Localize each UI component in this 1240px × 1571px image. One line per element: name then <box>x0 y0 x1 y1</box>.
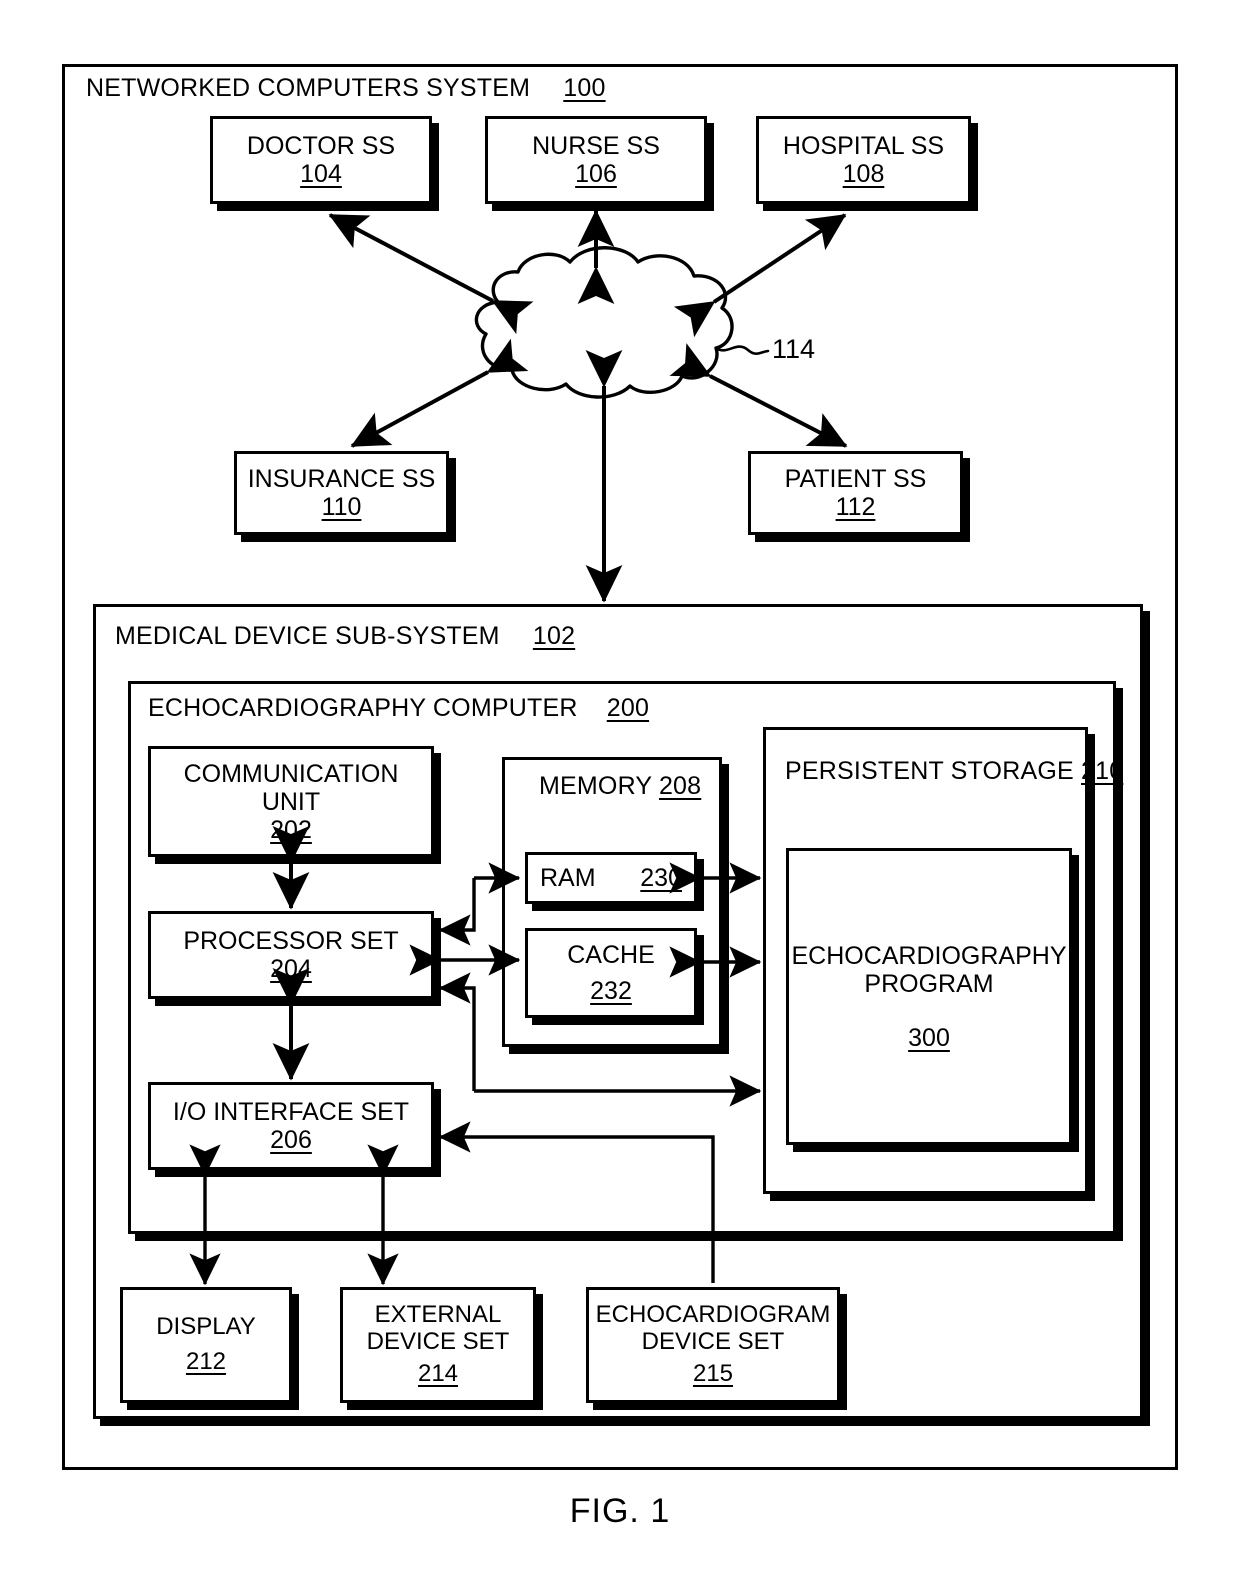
doctor-ss-ref: 104 <box>300 160 342 188</box>
nurse-ss-ref: 106 <box>575 160 617 188</box>
echocardiography-program-label-line2: PROGRAM <box>864 969 994 998</box>
networked-system-title-label: NETWORKED COMPUTERS SYSTEM <box>86 74 531 102</box>
network-cloud-label: NETWORK <box>525 323 653 351</box>
insurance-ss-ref: 110 <box>321 493 362 521</box>
insurance-ss-label: INSURANCE SS <box>247 465 436 493</box>
echocardiography-computer-title-label: ECHOCARDIOGRAPHY COMPUTER <box>148 694 578 722</box>
patient-ss-ref: 112 <box>835 493 876 521</box>
patent-figure-page: NETWORKED COMPUTERS SYSTEM 100 DOCTOR SS… <box>0 0 1240 1571</box>
echocardiogram-device-set-label-line2: DEVICE SET <box>641 1327 785 1355</box>
subsystem-box-doctor-ss[interactable]: DOCTOR SS 104 <box>210 116 432 204</box>
io-interface-set-box[interactable]: I/O INTERFACE SET 206 <box>148 1082 434 1170</box>
cache-ref: 232 <box>590 977 632 1005</box>
display-label: DISPLAY <box>156 1313 256 1341</box>
medical-device-subsystem-ref: 102 <box>532 622 576 650</box>
io-interface-set-ref: 206 <box>270 1126 312 1154</box>
external-device-set-box[interactable]: EXTERNAL DEVICE SET 214 <box>340 1287 536 1403</box>
medical-device-subsystem-title-label: MEDICAL DEVICE SUB-SYSTEM <box>115 622 500 650</box>
figure-caption: FIG. 1 <box>569 1492 671 1530</box>
echocardiography-computer-title: ECHOCARDIOGRAPHY COMPUTER 200 <box>148 694 649 723</box>
communication-unit-label-line1: COMMUNICATION <box>183 759 399 788</box>
io-interface-set-label: I/O INTERFACE SET <box>172 1098 410 1126</box>
persistent-storage-label: PERSISTENT STORAGE <box>785 757 1074 785</box>
echocardiography-computer-ref: 200 <box>606 694 650 722</box>
echocardiogram-device-set-ref: 215 <box>692 1360 734 1388</box>
patient-ss-label: PATIENT SS <box>784 465 927 493</box>
ram-label: RAM <box>540 864 596 892</box>
memory-title: MEMORY 208 <box>539 772 701 801</box>
ram-ref: 230 <box>640 864 682 892</box>
echocardiography-program-box[interactable]: ECHOCARDIOGRAPHY PROGRAM 300 <box>786 848 1072 1145</box>
subsystem-box-patient-ss[interactable]: PATIENT SS 112 <box>748 451 963 535</box>
persistent-storage-title: PERSISTENT STORAGE 210 <box>785 757 1123 786</box>
echocardiography-program-ref: 300 <box>908 1023 950 1052</box>
nurse-ss-label: NURSE SS <box>532 132 660 160</box>
echocardiogram-device-set-box[interactable]: ECHOCARDIOGRAM DEVICE SET 215 <box>586 1287 840 1403</box>
subsystem-box-nurse-ss[interactable]: NURSE SS 106 <box>485 116 707 204</box>
external-device-set-label-line2: DEVICE SET <box>366 1327 510 1355</box>
echocardiogram-device-set-label-line1: ECHOCARDIOGRAM <box>595 1300 831 1328</box>
communication-unit-ref: 202 <box>270 815 312 844</box>
subsystem-box-insurance-ss[interactable]: INSURANCE SS 110 <box>234 451 449 535</box>
external-device-set-label-line1: EXTERNAL <box>374 1300 502 1328</box>
cache-box[interactable]: CACHE 232 <box>525 928 697 1018</box>
communication-unit-label-line2: UNIT <box>261 787 321 816</box>
medical-device-subsystem-title: MEDICAL DEVICE SUB-SYSTEM 102 <box>115 622 575 651</box>
processor-set-label: PROCESSOR SET <box>183 927 399 955</box>
display-ref: 212 <box>185 1348 227 1375</box>
persistent-storage-ref: 210 <box>1081 757 1124 785</box>
doctor-ss-label: DOCTOR SS <box>246 132 396 160</box>
ram-box[interactable]: RAM 230 <box>525 852 697 904</box>
processor-set-ref: 204 <box>270 955 312 983</box>
hospital-ss-label: HOSPITAL SS <box>782 132 945 160</box>
hospital-ss-ref: 108 <box>842 160 885 188</box>
networked-system-title: NETWORKED COMPUTERS SYSTEM 100 <box>86 74 606 103</box>
processor-set-box[interactable]: PROCESSOR SET 204 <box>148 911 434 999</box>
external-device-set-ref: 214 <box>417 1360 459 1388</box>
echocardiography-program-label-line1: ECHOCARDIOGRAPHY <box>791 941 1067 970</box>
cache-label: CACHE <box>567 941 655 969</box>
communication-unit-box[interactable]: COMMUNICATION UNIT 202 <box>148 746 434 857</box>
memory-label: MEMORY <box>539 772 652 800</box>
display-box[interactable]: DISPLAY 212 <box>120 1287 292 1403</box>
networked-system-ref: 100 <box>563 74 606 102</box>
memory-ref: 208 <box>658 772 702 800</box>
network-ref-label: 114 <box>772 334 816 364</box>
subsystem-box-hospital-ss[interactable]: HOSPITAL SS 108 <box>756 116 971 204</box>
